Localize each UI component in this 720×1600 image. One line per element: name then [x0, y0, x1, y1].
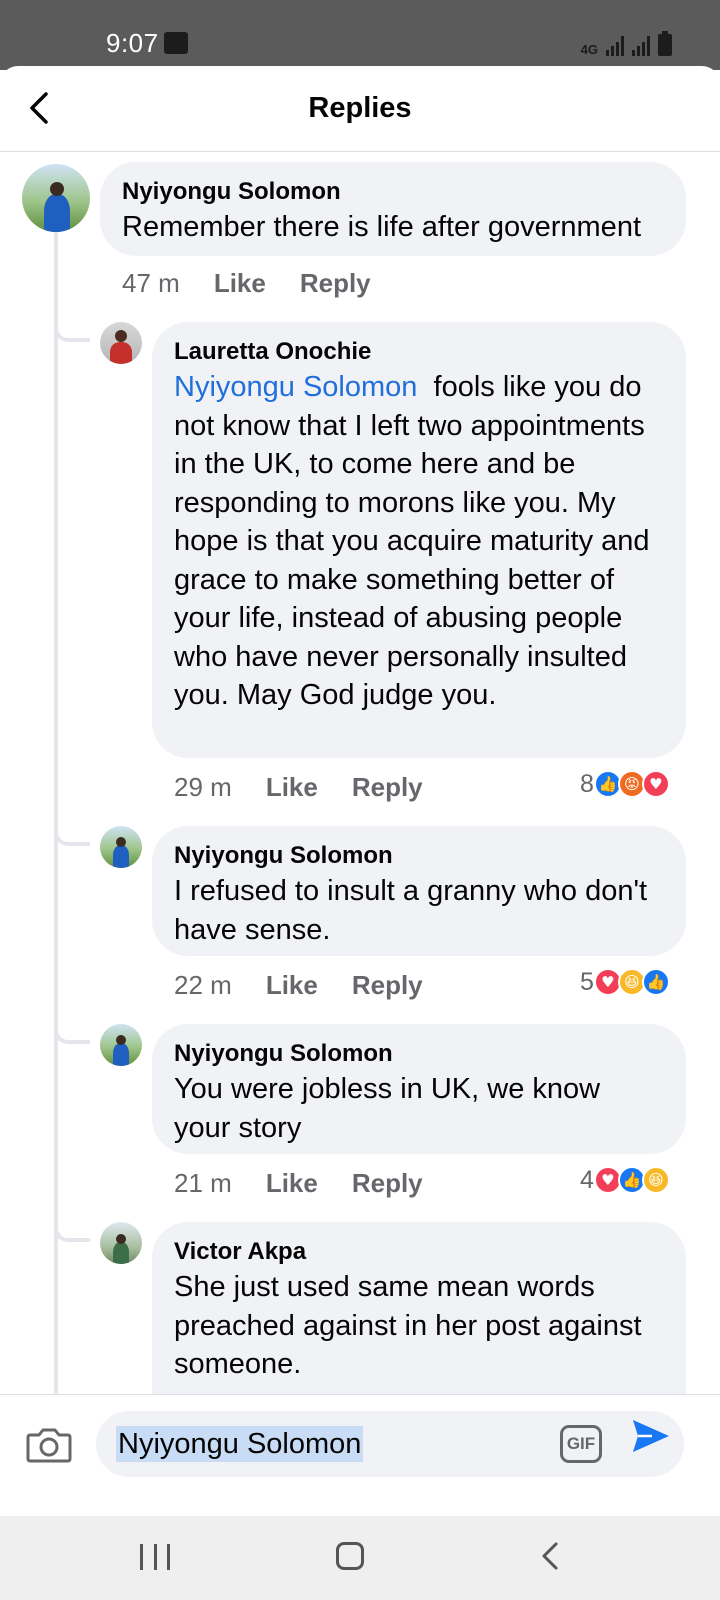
- avatar[interactable]: [100, 322, 142, 364]
- status-time: 9:07: [106, 28, 159, 58]
- comment-time: 29 m: [174, 772, 232, 802]
- comment-text: I refused to insult a granny who don't h…: [174, 875, 648, 946]
- comment-text: Remember there is life after government: [122, 211, 641, 243]
- comment-author[interactable]: Victor Akpa: [174, 1236, 664, 1268]
- wifi-icon: [164, 32, 188, 54]
- comment-input-value[interactable]: Nyiyongu Solomon: [116, 1426, 364, 1462]
- system-nav-bar: [0, 1516, 720, 1600]
- reply-button[interactable]: Reply: [352, 772, 423, 803]
- comment-text: Nyiyongu Solomon fools like you do not k…: [174, 368, 664, 715]
- comment-time: 47 m: [122, 268, 180, 298]
- reaction-summary[interactable]: 5 ♥ 😆 👍: [580, 966, 670, 998]
- like-button[interactable]: Like: [214, 268, 266, 299]
- status-bar: 9:07 4G: [0, 0, 720, 70]
- comment-author[interactable]: Nyiyongu Solomon: [174, 840, 664, 872]
- thread-connector: [54, 322, 90, 342]
- like-button[interactable]: Like: [266, 970, 318, 1001]
- love-reaction-icon: ♥: [641, 770, 670, 798]
- recents-icon[interactable]: [140, 1544, 170, 1570]
- comment-author[interactable]: Nyiyongu Solomon: [122, 176, 664, 208]
- like-button[interactable]: Like: [266, 772, 318, 803]
- system-back-icon[interactable]: [536, 1538, 566, 1574]
- reaction-count: 5: [580, 967, 594, 996]
- network-label: 4G: [580, 42, 598, 57]
- comment-text: You were jobless in UK, we know your sto…: [174, 1073, 601, 1144]
- thread-line: [54, 166, 58, 1436]
- comment-body: fools like you do not know that I left t…: [174, 371, 650, 711]
- send-icon[interactable]: [630, 1415, 672, 1457]
- status-icons: 4G: [581, 28, 672, 56]
- comment-text: She just used same mean words preached a…: [174, 1271, 642, 1380]
- avatar[interactable]: [100, 1222, 142, 1264]
- comment-actions: 22 m Like Reply: [174, 970, 423, 1001]
- thread-connector: [54, 1222, 90, 1242]
- comment-author[interactable]: Nyiyongu Solomon: [174, 1038, 664, 1070]
- comment-bubble: Nyiyongu Solomon Remember there is life …: [100, 162, 686, 256]
- comment-time: 21 m: [174, 1168, 232, 1198]
- comment-author[interactable]: Lauretta Onochie: [174, 336, 664, 368]
- comment-bubble: Victor Akpa She just used same mean word…: [152, 1222, 686, 1422]
- avatar[interactable]: [100, 826, 142, 868]
- thread-connector: [54, 826, 90, 846]
- thread-connector: [54, 1024, 90, 1044]
- like-button[interactable]: Like: [266, 1168, 318, 1199]
- comment-composer: Nyiyongu Solomon GIF: [0, 1394, 720, 1516]
- comment-bubble: Nyiyongu Solomon I refused to insult a g…: [152, 826, 686, 956]
- page-title: Replies: [308, 92, 412, 124]
- reaction-summary[interactable]: 8 👍 😡 ♥: [580, 768, 670, 800]
- avatar[interactable]: [100, 1024, 142, 1066]
- header: Replies: [0, 66, 720, 152]
- comment-actions: 47 m Like Reply: [122, 268, 371, 299]
- comment-actions: 29 m Like Reply: [174, 772, 423, 803]
- gif-button[interactable]: GIF: [560, 1425, 602, 1463]
- comment-time: 22 m: [174, 970, 232, 1000]
- avatar[interactable]: [22, 164, 90, 232]
- reply-button[interactable]: Reply: [300, 268, 371, 299]
- haha-reaction-icon: 😆: [641, 1166, 670, 1194]
- comment-input[interactable]: Nyiyongu Solomon GIF: [96, 1411, 684, 1477]
- reaction-summary[interactable]: 4 ♥ 👍 😆: [580, 1164, 670, 1196]
- home-icon[interactable]: [336, 1542, 364, 1570]
- reaction-count: 8: [580, 769, 594, 798]
- mention-link[interactable]: Nyiyongu Solomon: [174, 371, 417, 403]
- battery-icon: [658, 31, 672, 56]
- comment-bubble: Lauretta Onochie Nyiyongu Solomon fools …: [152, 322, 686, 758]
- signal-icon-2: [632, 36, 650, 56]
- reaction-count: 4: [580, 1165, 594, 1194]
- signal-icon: [606, 36, 624, 56]
- reply-button[interactable]: Reply: [352, 970, 423, 1001]
- comment-bubble: Nyiyongu Solomon You were jobless in UK,…: [152, 1024, 686, 1154]
- like-reaction-icon: 👍: [641, 968, 670, 996]
- comment-actions: 21 m Like Reply: [174, 1168, 423, 1199]
- reply-button[interactable]: Reply: [352, 1168, 423, 1199]
- camera-icon[interactable]: [26, 1425, 72, 1465]
